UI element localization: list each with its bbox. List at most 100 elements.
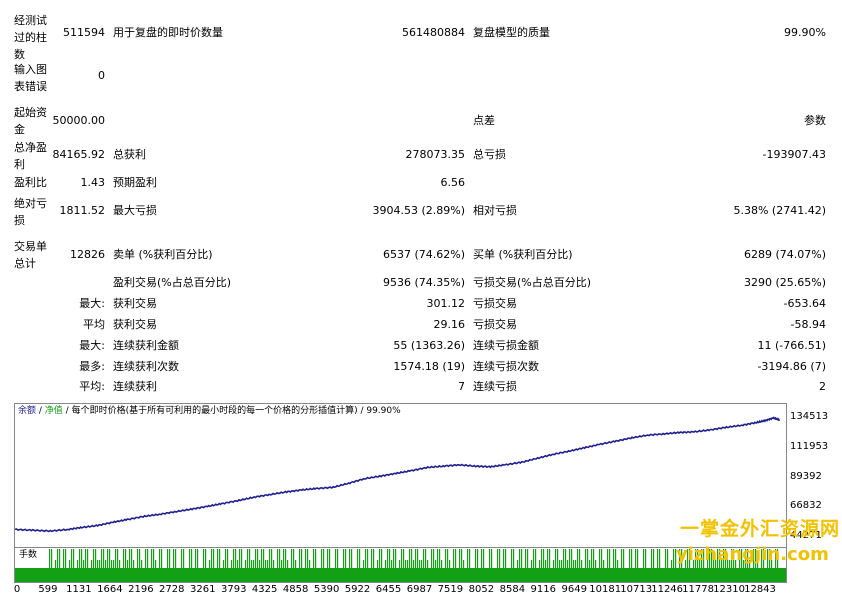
bars-value: 511594 bbox=[63, 26, 105, 39]
volume-bar bbox=[245, 560, 247, 568]
volume-bar bbox=[469, 549, 471, 568]
volume-bar bbox=[365, 549, 367, 568]
cons-loss-count-label: 连续亏损次数 bbox=[473, 360, 539, 373]
volume-bar bbox=[665, 549, 667, 568]
volume-bar bbox=[407, 560, 409, 568]
volume-bar bbox=[155, 560, 157, 568]
volume-bar bbox=[483, 549, 485, 568]
largest-loss-label: 亏损交易 bbox=[473, 297, 517, 310]
volume-bar bbox=[387, 549, 389, 568]
volume-bar bbox=[349, 549, 351, 568]
volume-bar bbox=[601, 549, 603, 568]
x-tick-label: 10181 bbox=[589, 584, 622, 595]
avg-cons-loss-label: 连续亏损 bbox=[473, 380, 517, 393]
volume-bar bbox=[287, 560, 289, 568]
volume-bar bbox=[577, 549, 579, 568]
volume-bar bbox=[173, 549, 175, 568]
volume-bar bbox=[455, 549, 457, 568]
cons-wins-amount-label: 连续获利金额 bbox=[113, 339, 179, 352]
volume-bar bbox=[381, 549, 383, 568]
volume-bar bbox=[527, 549, 529, 568]
volume-bar bbox=[93, 549, 95, 568]
volume-bar bbox=[581, 560, 583, 568]
volume-bar bbox=[667, 549, 669, 568]
volume-bar bbox=[71, 549, 73, 568]
gross-profit-label: 总获利 bbox=[113, 148, 146, 161]
max2-prefix: 最大: bbox=[79, 339, 105, 352]
volume-bar bbox=[635, 549, 637, 568]
avg-profit-value: 29.16 bbox=[433, 318, 466, 331]
volume-bar bbox=[461, 549, 463, 568]
y-tick-label: 134513 bbox=[790, 411, 829, 422]
long-trades-value: 6289 (74.07%) bbox=[743, 248, 826, 261]
volume-bar bbox=[211, 549, 213, 568]
volume-bar bbox=[505, 549, 507, 568]
volume-bar bbox=[385, 560, 387, 568]
volume-bar bbox=[419, 560, 421, 568]
cons-loss-count-value: -3194.86 (7) bbox=[757, 360, 826, 373]
abs-drawdown-value: 1811.52 bbox=[59, 204, 106, 217]
volume-bar bbox=[395, 549, 397, 568]
rel-drawdown-value: 5.38% (2741.42) bbox=[733, 204, 826, 217]
volume-bar bbox=[503, 549, 505, 568]
volume-bar bbox=[439, 549, 441, 568]
volume-bar bbox=[267, 560, 269, 568]
volume-bar bbox=[113, 560, 115, 568]
volume-bar bbox=[175, 549, 177, 568]
volume-bar bbox=[337, 549, 339, 568]
volume-bar bbox=[225, 549, 227, 568]
volume-bar bbox=[111, 560, 113, 568]
volume-bar bbox=[167, 549, 169, 568]
volume-bar bbox=[301, 549, 303, 568]
volume-bar bbox=[411, 549, 413, 568]
volume-bar bbox=[559, 560, 561, 568]
y-tick-label: 111953 bbox=[790, 440, 829, 452]
volume-bar bbox=[571, 549, 573, 568]
volume-bar bbox=[389, 549, 391, 568]
cons-loss-amount-label: 连续亏损金额 bbox=[473, 339, 539, 352]
x-tick-label: 7519 bbox=[437, 584, 464, 595]
volume-bar bbox=[255, 549, 257, 568]
volume-bar bbox=[117, 549, 119, 568]
volume-bar bbox=[659, 549, 661, 568]
gross-loss-value: -193907.43 bbox=[762, 148, 826, 161]
volume-bar bbox=[119, 560, 121, 568]
volume-bar bbox=[367, 549, 369, 568]
volume-bar bbox=[535, 549, 537, 568]
volume-bar bbox=[351, 549, 353, 568]
x-tick-label: 599 bbox=[38, 584, 58, 595]
volume-bar bbox=[393, 549, 395, 568]
volume-bar bbox=[555, 549, 557, 568]
volume-bar bbox=[467, 549, 469, 568]
balance-chart: 余额 / 净值 / 每个即时价格(基于所有可利用的最小时段的每一个价格的分形插值… bbox=[14, 403, 787, 548]
watermark-title: 一掌金外汇资源网 bbox=[680, 518, 841, 540]
volume-bar bbox=[273, 560, 275, 568]
volume-bar bbox=[103, 549, 105, 568]
volume-bar bbox=[205, 549, 207, 568]
volume-bar bbox=[73, 549, 75, 568]
volume-bar bbox=[251, 560, 253, 568]
x-tick-label: 12310 bbox=[713, 584, 745, 595]
x-tick-label: 4858 bbox=[282, 584, 309, 595]
volume-bar bbox=[595, 560, 597, 568]
volume-bar bbox=[445, 549, 447, 568]
volume-bar bbox=[421, 560, 423, 568]
expected-payoff-label: 预期盈利 bbox=[113, 176, 157, 189]
balance-line bbox=[15, 416, 780, 533]
largest-profit-label: 获利交易 bbox=[113, 297, 157, 310]
volume-bar bbox=[603, 560, 605, 568]
volume-bar bbox=[431, 549, 433, 568]
volume-bar bbox=[513, 549, 515, 568]
volume-bar bbox=[293, 549, 295, 568]
volume-bar bbox=[547, 549, 549, 568]
volume-bar bbox=[379, 549, 381, 568]
volume-bar bbox=[653, 549, 655, 568]
volume-bar bbox=[453, 549, 455, 568]
volume-bar bbox=[357, 549, 359, 568]
volume-bar bbox=[313, 549, 315, 568]
volume-bar bbox=[373, 549, 375, 568]
volume-bar bbox=[567, 560, 569, 568]
volume-bar bbox=[239, 549, 241, 568]
volume-bar bbox=[219, 549, 221, 568]
avg-loss-value: -58.94 bbox=[790, 318, 826, 331]
